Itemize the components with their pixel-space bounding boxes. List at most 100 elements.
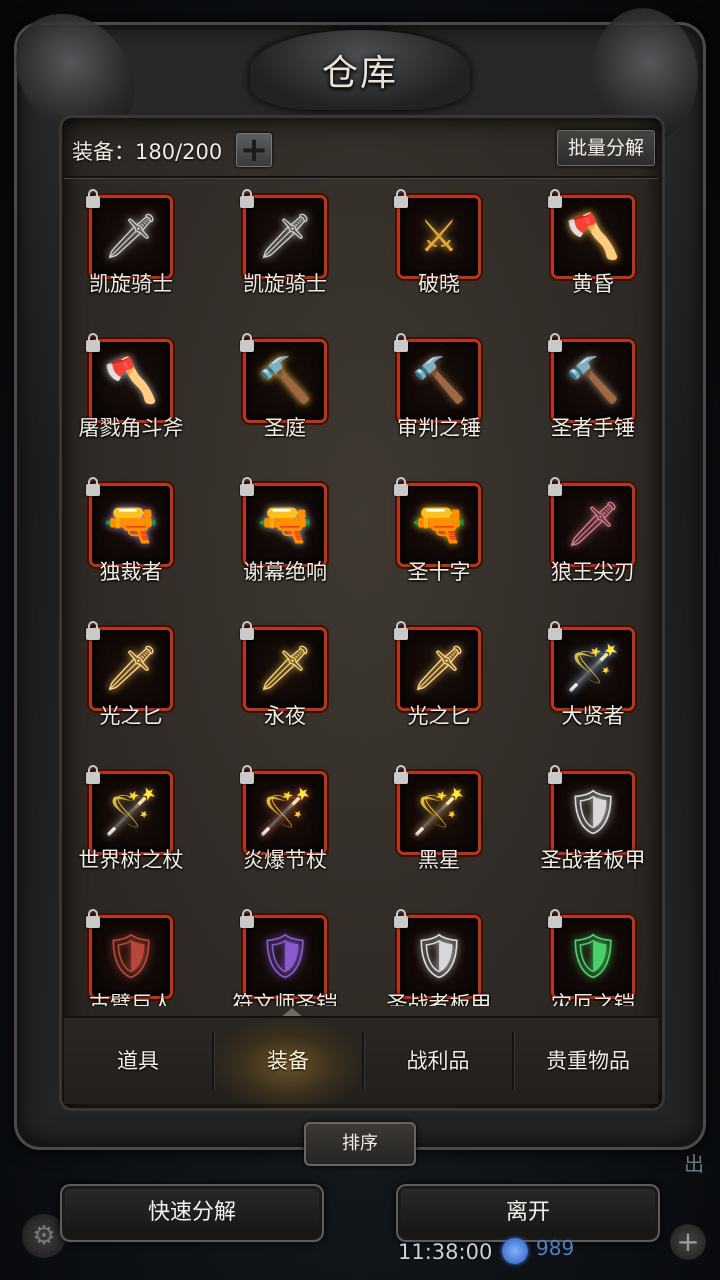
item-glyph: 🪄: [565, 643, 621, 694]
currency-amount: 989: [536, 1236, 575, 1260]
item-name: 古臂巨人: [89, 992, 173, 1006]
inventory-item[interactable]: 🔨 审判之锤: [372, 324, 522, 464]
item-name: 光之匕: [99, 704, 163, 728]
inventory-item[interactable]: 🪄 炎爆节杖: [218, 756, 368, 896]
inventory-item[interactable]: 🗡 光之匕: [372, 612, 522, 752]
item-glyph: 🪄: [411, 787, 467, 838]
sort-button[interactable]: 排序: [304, 1122, 416, 1166]
lock-icon: [240, 189, 254, 208]
inventory-item[interactable]: 🪄 大贤者: [526, 612, 658, 752]
item-glyph: 🗡: [103, 643, 159, 694]
red-armor-icon: 🛡: [98, 924, 164, 990]
inventory-item[interactable]: 🗡 凯旋骑士: [218, 180, 368, 320]
inventory-item[interactable]: 🛡 灾厄之铠: [526, 900, 658, 1006]
item-glyph: 🗡: [411, 643, 467, 694]
dagger-icon: 🗡: [560, 492, 626, 558]
inventory-item[interactable]: 🔨 圣庭: [218, 324, 368, 464]
golden-sword-icon: ⚔: [406, 204, 472, 270]
capacity-label: 装备：180/200: [72, 140, 223, 164]
plate-armor-icon: 🛡: [560, 780, 626, 846]
clock: 11:38:00: [398, 1240, 493, 1264]
inventory-item[interactable]: 🛡 圣战者板甲: [526, 756, 658, 896]
inventory-item[interactable]: 🪄 世界树之杖: [64, 756, 214, 896]
inventory-item[interactable]: 🔫 圣十字: [372, 468, 522, 608]
golden-rifle-icon: 🔫: [406, 492, 472, 558]
lock-icon: [86, 477, 100, 496]
item-glyph: 🔫: [411, 499, 467, 550]
inventory-item[interactable]: 🛡 符文师圣铠: [218, 900, 368, 1006]
lock-icon: [394, 621, 408, 640]
leave-button[interactable]: 离开: [396, 1184, 660, 1242]
dark-hammer-icon: 🔨: [406, 348, 472, 414]
inventory-item[interactable]: 🗡 凯旋骑士: [64, 180, 214, 320]
lock-icon: [240, 477, 254, 496]
item-name: 圣者手锤: [551, 416, 635, 440]
purple-armor-icon: 🛡: [252, 924, 318, 990]
item-name: 永夜: [264, 704, 306, 728]
inventory-item[interactable]: 🛡 圣战者板甲: [372, 900, 522, 1006]
lock-icon: [86, 333, 100, 352]
lock-icon: [240, 621, 254, 640]
lock-icon: [86, 909, 100, 928]
item-grid[interactable]: 🗡 凯旋骑士 🗡 凯旋骑士 ⚔ 破晓 🪓 黄昏 🪓 屠戮角斗斧 🔨 圣庭 🔨 审判之锤 🔨 圣者手锤 🔫 独裁者 🔫…: [64, 180, 658, 1006]
inventory-item[interactable]: 🗡 永夜: [218, 612, 368, 752]
item-glyph: 🔫: [257, 499, 313, 550]
lock-icon: [240, 765, 254, 784]
mace-icon: 🔨: [560, 348, 626, 414]
item-glyph: 🪄: [257, 787, 313, 838]
inventory-item[interactable]: 🔫 独裁者: [64, 468, 214, 608]
tab-loot[interactable]: 战利品: [364, 1018, 512, 1104]
item-name: 狼王尖刃: [551, 560, 635, 584]
golden-hammer-icon: 🔨: [252, 348, 318, 414]
item-glyph: 🛡: [565, 787, 621, 838]
item-glyph: ⚔: [419, 211, 459, 262]
inventory-item[interactable]: 🪓 屠戮角斗斧: [64, 324, 214, 464]
item-name: 灾厄之铠: [551, 992, 635, 1006]
tab-valuables[interactable]: 贵重物品: [514, 1018, 662, 1104]
item-glyph: 🛡: [411, 931, 467, 982]
quick-dismantle-button[interactable]: 快速分解: [60, 1184, 324, 1242]
item-name: 凯旋骑士: [89, 272, 173, 296]
item-glyph: 🔨: [411, 355, 467, 406]
greatsword-icon: 🗡: [98, 204, 164, 270]
lock-icon: [240, 333, 254, 352]
item-name: 大贤者: [561, 704, 625, 728]
lock-icon: [548, 189, 562, 208]
inventory-item[interactable]: 🔫 谢幕绝响: [218, 468, 368, 608]
inventory-item[interactable]: 🛡 古臂巨人: [64, 900, 214, 1006]
gem-icon: [502, 1238, 528, 1264]
green-armor-icon: 🛡: [560, 924, 626, 990]
inventory-item[interactable]: 🪄 黑星: [372, 756, 522, 896]
item-name: 圣庭: [264, 416, 306, 440]
item-glyph: 🛡: [565, 931, 621, 982]
lock-icon: [86, 189, 100, 208]
item-glyph: 🛡: [257, 931, 313, 982]
item-name: 破晓: [418, 272, 460, 296]
inventory-item[interactable]: 🪓 黄昏: [526, 180, 658, 320]
lock-icon: [394, 909, 408, 928]
lock-icon: [394, 477, 408, 496]
golden-axe-icon: 🪓: [560, 204, 626, 270]
expand-capacity-button[interactable]: +: [236, 133, 272, 167]
batch-dismantle-button[interactable]: 批量分解: [557, 130, 655, 166]
lock-icon: [548, 333, 562, 352]
golden-dagger-icon: 🗡: [252, 636, 318, 702]
lock-icon: [548, 765, 562, 784]
greatsword-icon: 🗡: [252, 204, 318, 270]
item-name: 谢幕绝响: [243, 560, 327, 584]
inventory-item[interactable]: 🗡 狼王尖刃: [526, 468, 658, 608]
tab-items[interactable]: 道具: [64, 1018, 212, 1104]
item-glyph: 🔨: [565, 355, 621, 406]
side-text: 出: [684, 1152, 704, 1176]
item-name: 黑星: [418, 848, 460, 872]
item-name: 世界树之杖: [78, 848, 184, 872]
item-glyph: 🪓: [565, 211, 621, 262]
inventory-item[interactable]: ⚔ 破晓: [372, 180, 522, 320]
inventory-item[interactable]: 🗡 光之匕: [64, 612, 214, 752]
tab-equipment[interactable]: 装备: [214, 1018, 362, 1104]
add-icon[interactable]: +: [670, 1224, 706, 1260]
item-name: 独裁者: [99, 560, 163, 584]
item-glyph: 🗡: [257, 643, 313, 694]
battle-axe-icon: 🪓: [98, 348, 164, 414]
inventory-item[interactable]: 🔨 圣者手锤: [526, 324, 658, 464]
